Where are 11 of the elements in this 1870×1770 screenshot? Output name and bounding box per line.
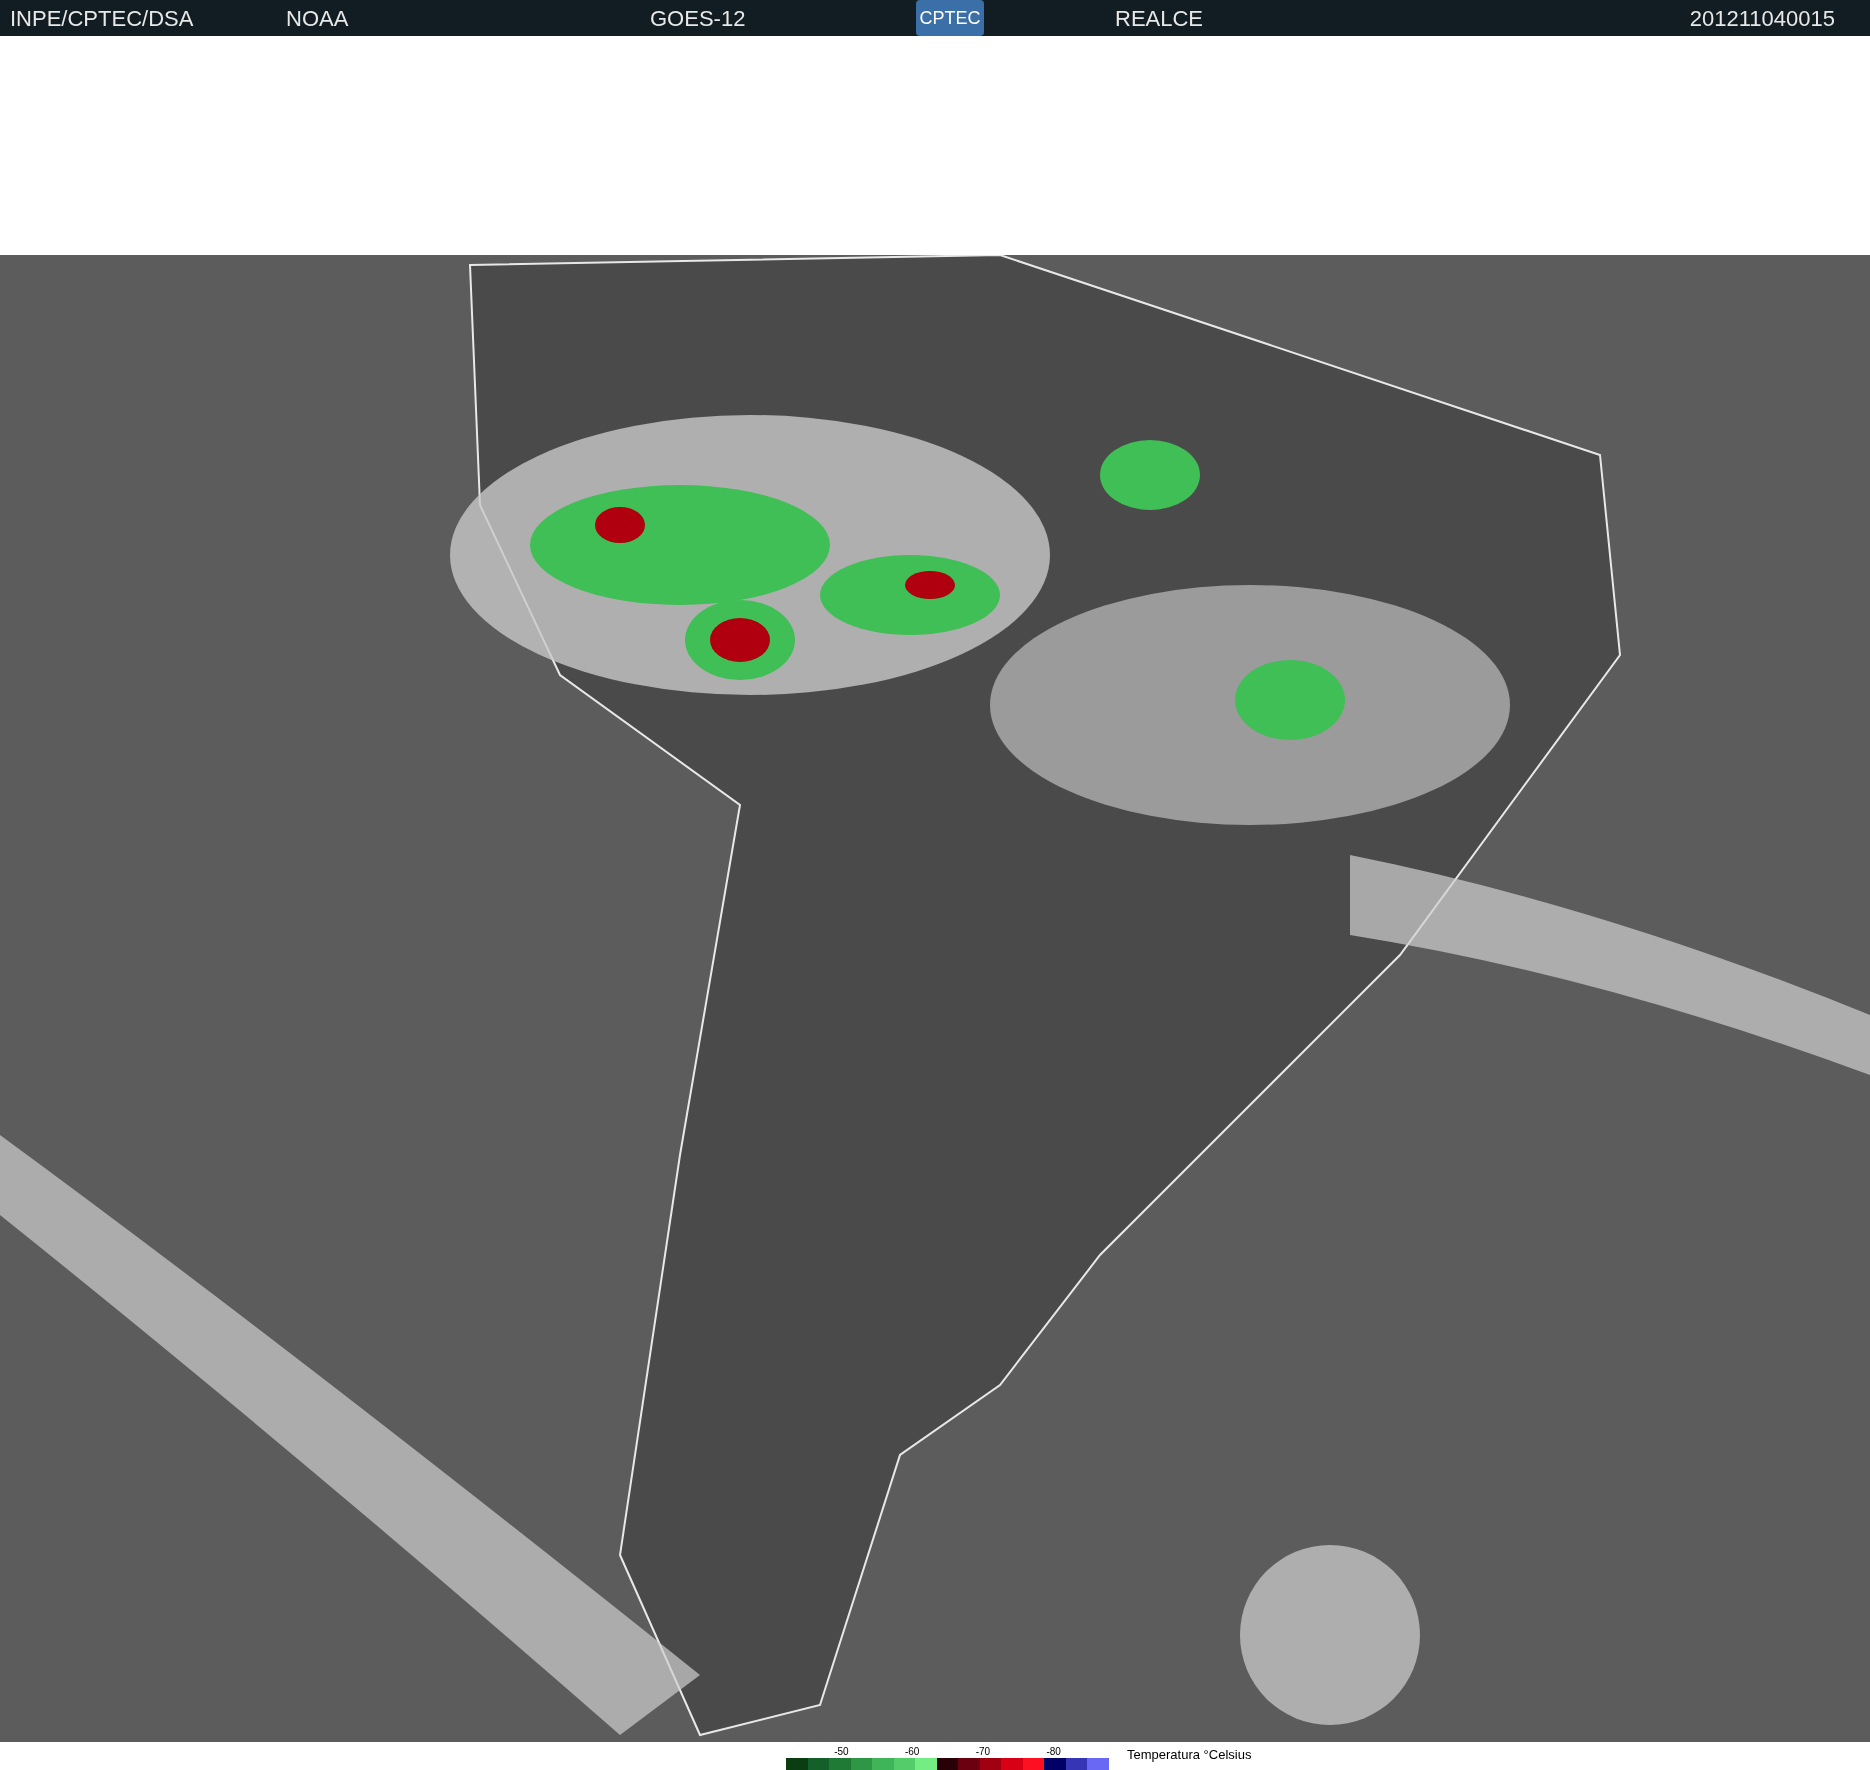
product-label: REALCE — [1115, 4, 1204, 33]
logo: CPTEC — [916, 0, 984, 36]
legend-tick: -60 — [904, 1746, 920, 1758]
legend-tick: -50 — [834, 1746, 849, 1758]
header-label: NOAA — [286, 4, 349, 33]
legend-tick: -70 — [975, 1746, 991, 1758]
legend-title: Temperatura °Celsius — [1127, 1745, 1252, 1764]
header-label: INPE/CPTEC/DSA — [10, 4, 194, 33]
header-label: GOES-12 — [650, 4, 746, 33]
timestamp: 201211040015 — [1689, 4, 1835, 33]
legend-tick: -80 — [1046, 1746, 1061, 1758]
